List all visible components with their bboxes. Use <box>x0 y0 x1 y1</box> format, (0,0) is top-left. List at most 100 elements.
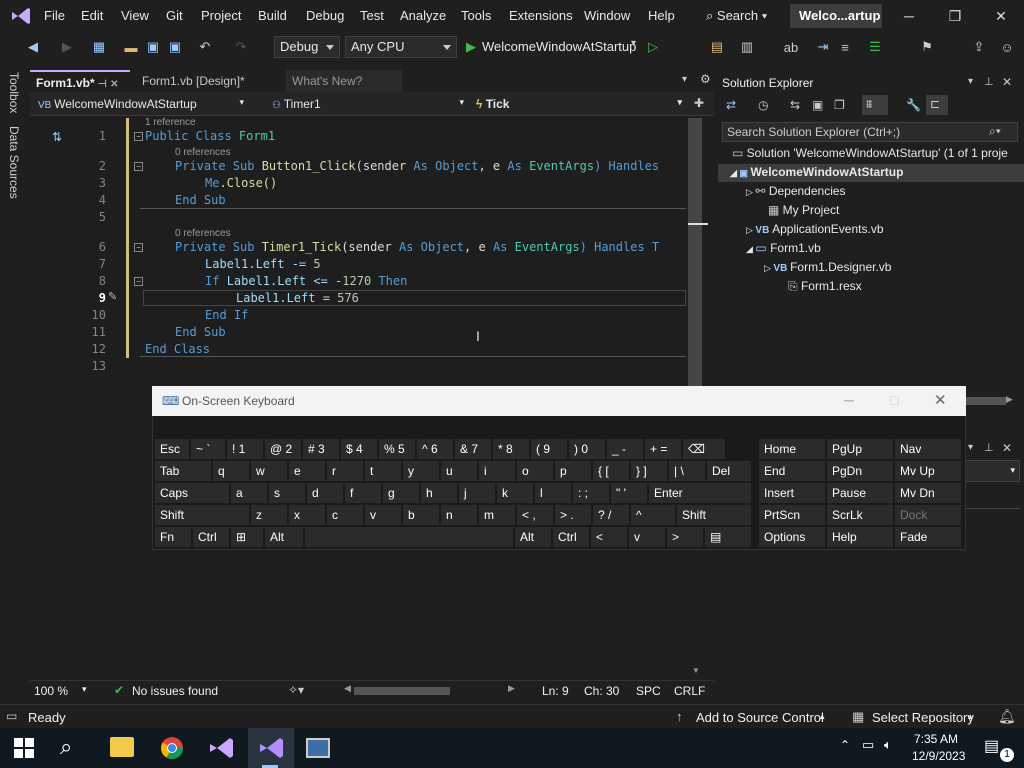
key-fn[interactable]: Fn <box>154 526 192 548</box>
key-r2k8[interactable]: k <box>496 482 534 504</box>
chevron-up-icon[interactable]: ▴ <box>820 711 825 722</box>
tab-whats-new[interactable]: What's New? <box>286 70 402 92</box>
key-windows[interactable]: ⊞ <box>230 526 264 548</box>
back-icon[interactable]: ◀ <box>24 38 42 56</box>
line-indicator[interactable]: Ln: 9 <box>542 684 569 698</box>
key-r1k13[interactable]: | \ <box>668 460 706 482</box>
key-r0k11[interactable]: ) 0 <box>568 438 606 460</box>
key-end[interactable]: End <box>758 460 826 482</box>
menu-build[interactable]: Build <box>258 8 287 23</box>
minimize-button[interactable]: ─ <box>844 392 854 408</box>
code-lens-references[interactable]: 1 reference <box>145 117 196 128</box>
key-fade[interactable]: Fade <box>894 526 962 548</box>
key-r0k8[interactable]: & 7 <box>454 438 492 460</box>
tab-form1-designer[interactable]: Form1.vb [Design]* <box>136 70 276 92</box>
key-r2k10[interactable]: : ; <box>572 482 610 504</box>
key-shift-left[interactable]: Shift <box>154 504 250 526</box>
maximize-button[interactable]: ❐ <box>932 0 978 32</box>
volume-icon[interactable]: 🔈︎ <box>884 737 892 753</box>
select-repository-button[interactable]: Select Repository <box>872 710 974 725</box>
tree-item-dependencies[interactable]: ▷ ⚯ Dependencies <box>746 184 846 198</box>
horizontal-scroll-thumb[interactable] <box>966 397 1006 405</box>
tree-item-form1[interactable]: ◢ ▭ Form1.vb <box>746 241 821 255</box>
save-all-icon[interactable]: ▣ <box>166 38 184 56</box>
close-button[interactable]: ✕ <box>934 391 947 409</box>
line-ending-indicator[interactable]: CRLF <box>674 684 705 698</box>
key-tab[interactable]: Tab <box>154 460 212 482</box>
step-icon[interactable]: ⇥ <box>814 38 832 56</box>
format-icon[interactable]: ☰ <box>866 38 884 56</box>
key-r1k6[interactable]: y <box>402 460 440 482</box>
folder-icon[interactable]: ▤ <box>708 38 726 56</box>
key-r1k12[interactable]: } ] <box>630 460 668 482</box>
key-mv-up[interactable]: Mv Up <box>894 460 962 482</box>
key-r1k10[interactable]: p <box>554 460 592 482</box>
tree-item-applicationevents[interactable]: ▷ VB ApplicationEvents.vb <box>746 222 884 236</box>
undo-icon[interactable]: ↶ <box>196 38 214 56</box>
menu-view[interactable]: View <box>121 8 149 23</box>
key-r3k10[interactable]: ? / <box>592 504 630 526</box>
key-r1k2[interactable]: w <box>250 460 288 482</box>
key-r2k9[interactable]: l <box>534 482 572 504</box>
fold-toggle-icon[interactable]: − <box>134 162 143 171</box>
chevron-up-icon[interactable]: ⌃ <box>840 738 850 752</box>
start-icon[interactable]: ▶ <box>462 38 480 56</box>
key-r0k10[interactable]: ( 9 <box>530 438 568 460</box>
key-r1k9[interactable]: o <box>516 460 554 482</box>
file-explorer-icon[interactable] <box>110 737 134 757</box>
scroll-right-icon[interactable]: ▶ <box>1006 394 1013 405</box>
key-r2k2[interactable]: s <box>268 482 306 504</box>
key-r3k5[interactable]: b <box>402 504 440 526</box>
key-alt-right[interactable]: Alt <box>514 526 552 548</box>
feedback-icon[interactable]: ☺ <box>998 38 1016 56</box>
fold-toggle-icon[interactable]: − <box>134 243 143 252</box>
zoom-level[interactable]: 100 % <box>34 684 68 698</box>
key-r1k5[interactable]: t <box>364 460 402 482</box>
key-menu[interactable]: ▤ <box>704 526 752 548</box>
chevron-down-icon[interactable]: ▾ <box>631 38 636 49</box>
key-r3k2[interactable]: x <box>288 504 326 526</box>
repository-icon[interactable]: ▦ <box>852 709 864 725</box>
menu-debug[interactable]: Debug <box>306 8 344 23</box>
open-folder-icon[interactable]: ▬ <box>122 38 140 56</box>
menu-project[interactable]: Project <box>201 8 241 23</box>
key-r2k5[interactable]: g <box>382 482 420 504</box>
key-r1k11[interactable]: { [ <box>592 460 630 482</box>
notifications-icon[interactable]: 🔔︎ <box>998 708 1016 725</box>
key-r1k3[interactable]: e <box>288 460 326 482</box>
network-icon[interactable]: ▭ <box>862 737 874 753</box>
key-right-arrow[interactable]: > <box>666 526 704 548</box>
key-r2k1[interactable]: a <box>230 482 268 504</box>
add-to-source-control-button[interactable]: Add to Source Control <box>696 710 824 725</box>
key-alt-left[interactable]: Alt <box>264 526 304 548</box>
key-options[interactable]: Options <box>758 526 826 548</box>
output-icon[interactable]: ▭ <box>6 709 17 723</box>
fold-toggle-icon[interactable]: − <box>134 132 143 141</box>
key-delete[interactable]: Del <box>706 460 752 482</box>
copy-icon[interactable]: ❐ <box>834 98 845 112</box>
search-icon[interactable]: ⌕▾ <box>989 124 1001 139</box>
key-pause[interactable]: Pause <box>826 482 894 504</box>
scroll-left-icon[interactable]: ◀ <box>344 683 351 694</box>
pin-icon[interactable]: ⊣ <box>98 79 107 90</box>
key-ctrl-left[interactable]: Ctrl <box>192 526 230 548</box>
spellcheck-icon[interactable]: ab <box>782 38 800 56</box>
key-r0k4[interactable]: # 3 <box>302 438 340 460</box>
key-r2k11[interactable]: " ' <box>610 482 648 504</box>
tree-item-my-project[interactable]: ▦ My Project <box>768 203 839 217</box>
search-icon[interactable]: ⌕ <box>60 734 72 760</box>
key-r1k7[interactable]: u <box>440 460 478 482</box>
key-nav[interactable]: Nav <box>894 438 962 460</box>
key-home[interactable]: Home <box>758 438 826 460</box>
key-r0k6[interactable]: % 5 <box>378 438 416 460</box>
close-icon[interactable]: ✕ <box>1002 441 1012 455</box>
maximize-button[interactable]: □ <box>890 392 898 408</box>
key-r0k5[interactable]: $ 4 <box>340 438 378 460</box>
key-r3k6[interactable]: n <box>440 504 478 526</box>
visual-studio-taskbar-icon[interactable] <box>208 736 234 760</box>
configuration-dropdown[interactable]: Debug <box>274 36 340 58</box>
event-dropdown[interactable]: ϟ Tick ▾ <box>472 94 686 114</box>
key-r3k7[interactable]: m <box>478 504 516 526</box>
preview-icon[interactable]: ⊏ <box>926 95 948 115</box>
horizontal-scroll-thumb[interactable] <box>354 687 450 695</box>
